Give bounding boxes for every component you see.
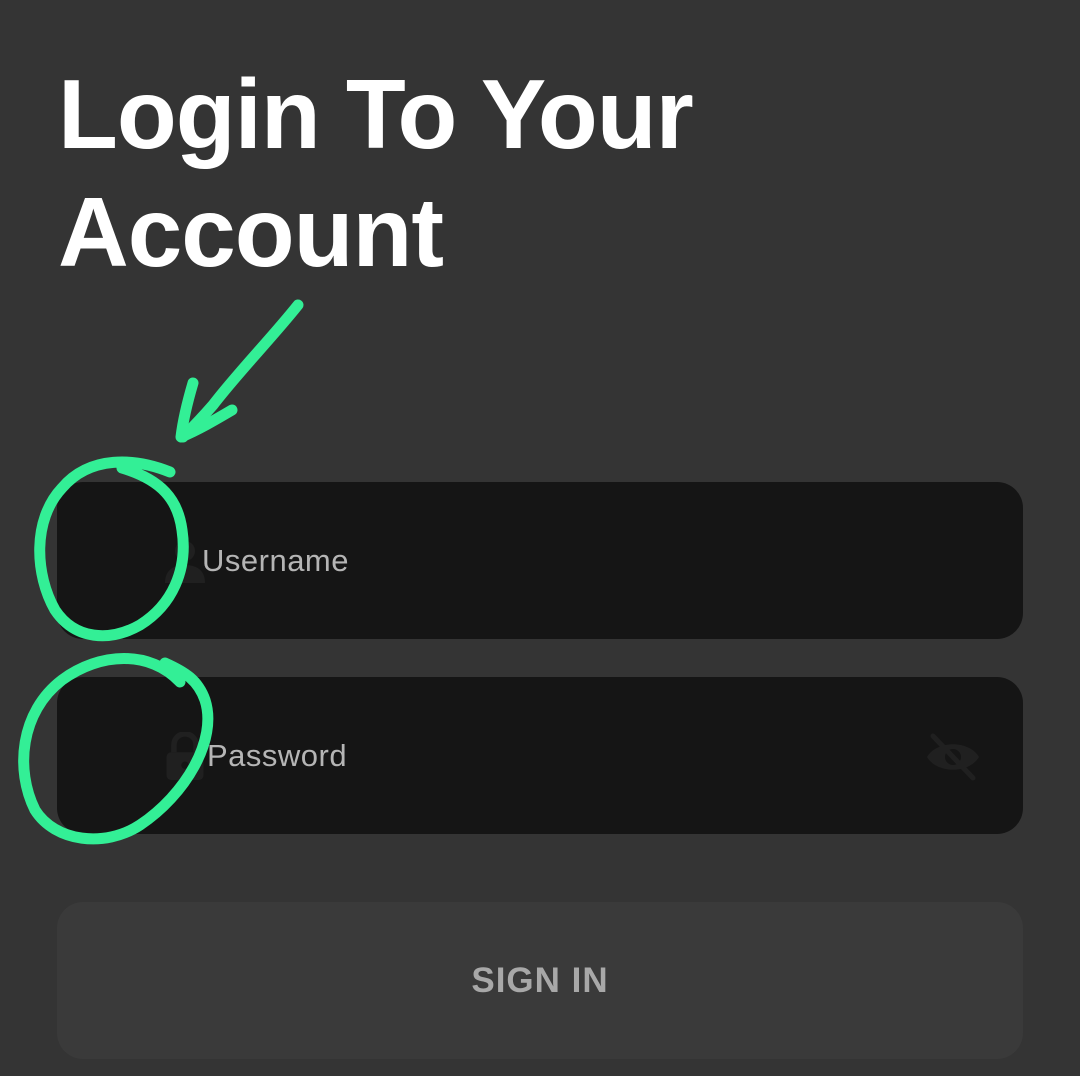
- password-input[interactable]: [207, 677, 927, 834]
- annotation-arrow-head: [175, 377, 238, 443]
- page-title: Login To Your Account: [58, 55, 818, 291]
- page-title-line-1: Login To Your: [58, 59, 694, 169]
- username-input[interactable]: [202, 482, 922, 639]
- page-title-line-2: Account: [58, 177, 444, 287]
- eye-off-icon[interactable]: [923, 732, 983, 782]
- username-field[interactable]: [57, 482, 1023, 639]
- sign-in-button[interactable]: SIGN IN: [57, 902, 1023, 1059]
- annotation-arrow-shaft: [177, 299, 304, 443]
- password-field[interactable]: [57, 677, 1023, 834]
- login-screen: Login To Your Account SIGN IN: [0, 0, 1080, 1076]
- lock-icon: [166, 732, 204, 780]
